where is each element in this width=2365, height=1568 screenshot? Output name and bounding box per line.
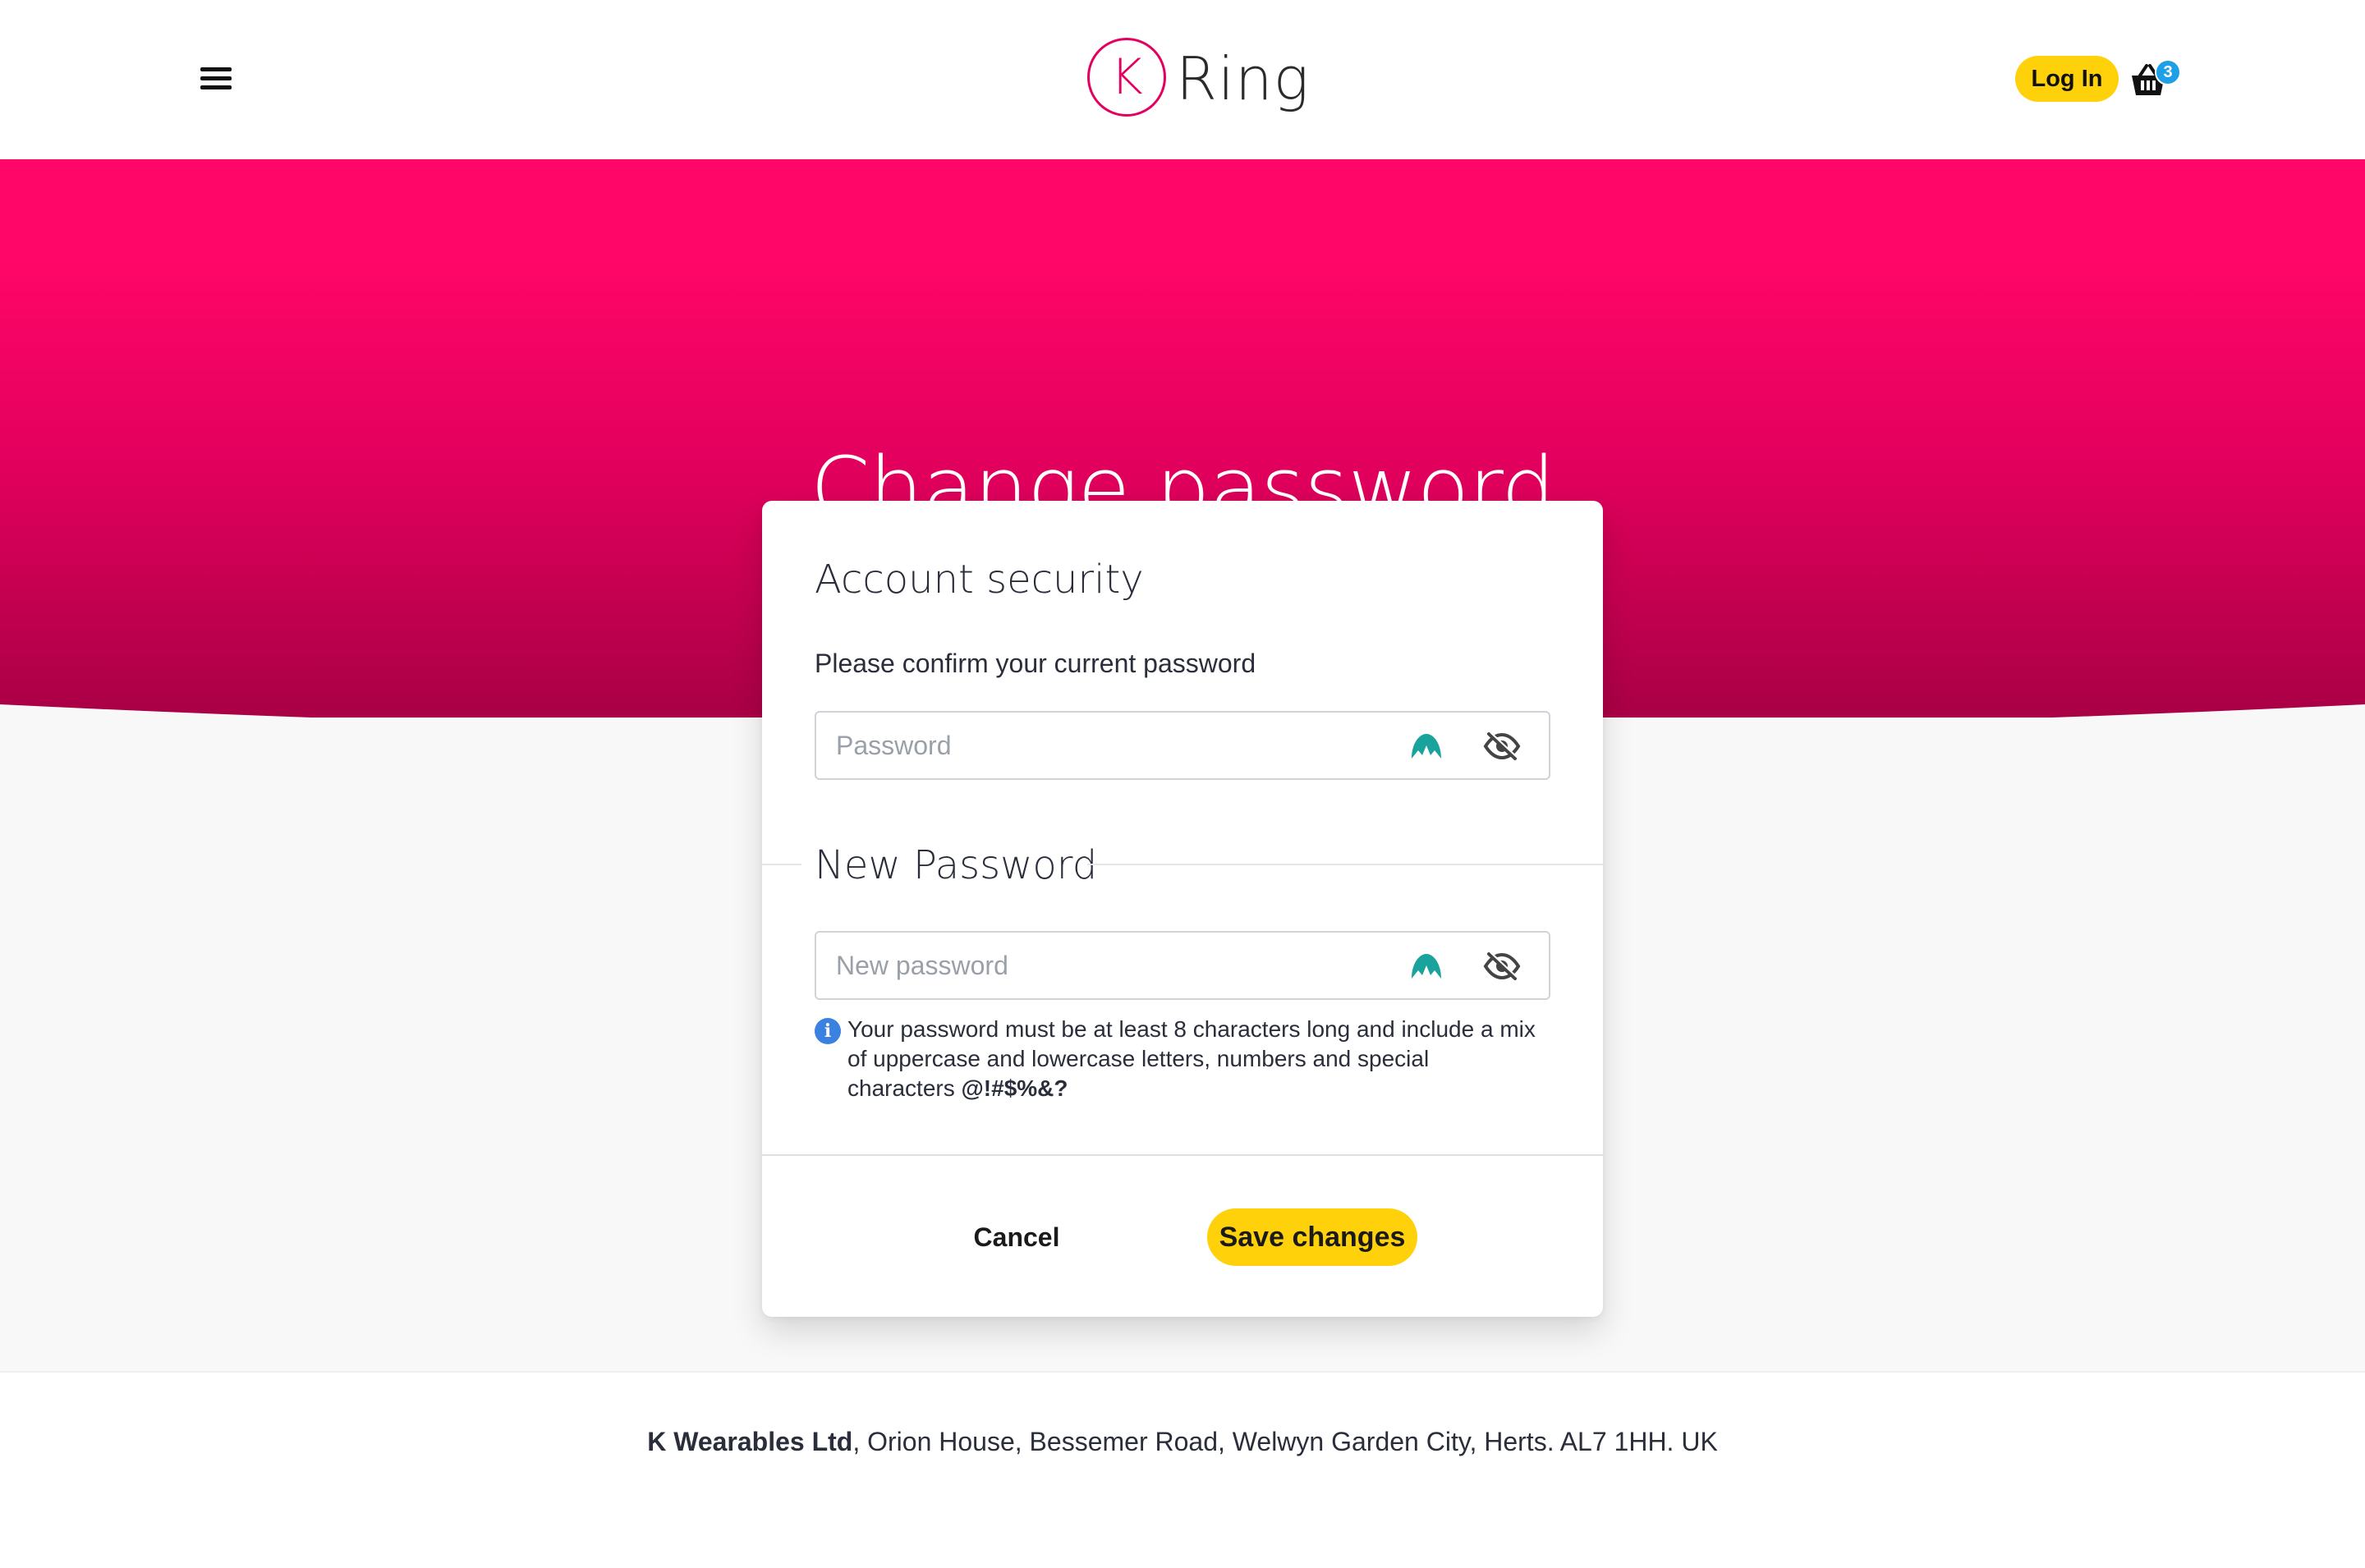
company-name: K Wearables Ltd bbox=[647, 1427, 853, 1456]
company-address: K Wearables Ltd, Orion House, Bessemer R… bbox=[0, 1427, 2365, 1457]
current-password-field[interactable] bbox=[815, 711, 1550, 780]
hide-password-icon[interactable] bbox=[1483, 731, 1521, 762]
basket-button[interactable]: 3 bbox=[2128, 59, 2181, 103]
site-footer: K Wearables Ltd, Orion House, Bessemer R… bbox=[0, 1371, 2365, 1568]
hint-text-body: Your password must be at least 8 charact… bbox=[847, 1016, 1536, 1101]
address-text: , Orion House, Bessemer Road, Welwyn Gar… bbox=[852, 1427, 1718, 1456]
login-button[interactable]: Log In bbox=[2015, 56, 2119, 102]
password-requirements-text: Your password must be at least 8 charact… bbox=[847, 1015, 1537, 1103]
section-divider-right bbox=[1087, 864, 1603, 865]
card-footer-divider bbox=[762, 1154, 1603, 1156]
nordpass-icon[interactable] bbox=[1409, 951, 1444, 982]
section-divider-left bbox=[762, 864, 801, 865]
cancel-button[interactable]: Cancel bbox=[951, 1208, 1082, 1266]
kring-logo[interactable]: K Ring bbox=[1087, 38, 1309, 120]
info-icon: i bbox=[815, 1018, 841, 1044]
new-password-heading: New Password bbox=[815, 842, 1098, 888]
logo-wordmark: Ring bbox=[1176, 44, 1310, 113]
current-password-input[interactable] bbox=[836, 713, 1411, 778]
hide-password-icon[interactable] bbox=[1483, 951, 1521, 982]
basket-count-badge: 3 bbox=[2155, 59, 2181, 85]
site-header: K Ring Log In 3 bbox=[0, 0, 2365, 159]
save-changes-button[interactable]: Save changes bbox=[1207, 1208, 1417, 1266]
logo-k-mark: K bbox=[1087, 38, 1166, 117]
hint-special-characters: @!#$%&? bbox=[961, 1075, 1068, 1101]
hamburger-menu-icon[interactable] bbox=[197, 62, 235, 95]
nordpass-icon[interactable] bbox=[1409, 731, 1444, 762]
current-password-label: Please confirm your current password bbox=[815, 649, 1256, 678]
new-password-field[interactable] bbox=[815, 931, 1550, 1000]
account-security-heading: Account security bbox=[815, 557, 1144, 603]
new-password-input[interactable] bbox=[836, 933, 1411, 998]
change-password-card: Account security Please confirm your cur… bbox=[762, 501, 1603, 1317]
